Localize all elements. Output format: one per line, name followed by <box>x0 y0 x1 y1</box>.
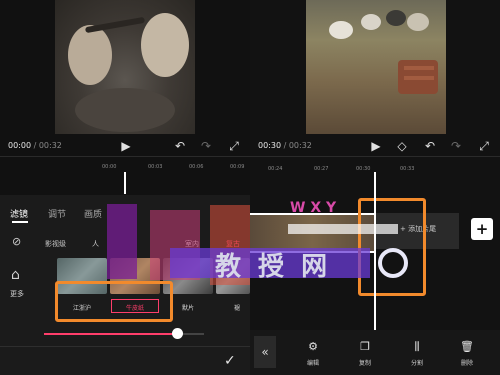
total-time: / 00:32 <box>31 141 62 150</box>
timeline-playhead[interactable] <box>374 172 376 330</box>
watermark-logo: 教 授 网 <box>215 252 332 282</box>
playback-time: 00:00 / 00:32 <box>8 141 62 150</box>
redo-icon[interactable]: ↷ <box>198 139 214 153</box>
copy-icon: ❐ <box>360 340 370 353</box>
tool-edit[interactable]: ⚙ 编辑 <box>293 340 333 367</box>
tool-split[interactable]: ⫼ 分割 <box>397 340 437 367</box>
divider <box>250 156 500 157</box>
playback-time: 00:30 / 00:32 <box>258 141 312 150</box>
highlight-box <box>358 198 426 296</box>
tab-quality[interactable]: 画质 <box>84 207 102 220</box>
ruler-tick: 00:06 <box>189 164 204 170</box>
tool-label: 编辑 <box>306 360 319 367</box>
ruler-tick: 00:27 <box>314 166 329 172</box>
category-portrait[interactable]: 人 <box>92 239 99 249</box>
watermark-logo: W X Y <box>290 200 337 216</box>
add-clip-plus-button[interactable]: + <box>471 218 493 240</box>
undo-icon[interactable]: ↶ <box>422 139 438 153</box>
filter-label: 褪 <box>233 305 240 312</box>
undo-icon[interactable]: ↶ <box>172 139 188 153</box>
store-icon[interactable]: ⌂ <box>11 267 20 283</box>
current-time: 00:30 <box>258 141 282 150</box>
video-preview-right[interactable] <box>306 0 446 134</box>
edit-sliders-icon: ⚙ <box>308 340 318 353</box>
tab-adjust[interactable]: 调节 <box>48 207 66 220</box>
no-filter-icon[interactable]: ⊘ <box>12 235 21 248</box>
watermark-block <box>107 204 137 279</box>
active-tab-indicator <box>12 221 28 223</box>
intensity-slider-fill <box>44 333 177 335</box>
collapse-left-icon[interactable]: « <box>254 336 276 368</box>
divider <box>0 346 250 347</box>
more-label[interactable]: 更多 <box>10 289 24 299</box>
highlight-box <box>55 281 173 322</box>
tool-label: 复制 <box>358 360 371 367</box>
fullscreen-icon[interactable]: ⤢ <box>476 139 492 153</box>
tool-delete[interactable]: 🗑 删除 <box>447 340 487 367</box>
left-editor-panel: 00:00 / 00:32 ▶ ↶ ↷ ⤢ 00:00 00:03 00:06 … <box>0 0 250 375</box>
play-icon[interactable]: ▶ <box>118 139 134 153</box>
confirm-check-icon[interactable]: ✓ <box>224 353 236 369</box>
ruler-tick: 00:00 <box>102 164 117 170</box>
tool-copy[interactable]: ❐ 复制 <box>345 340 385 367</box>
watermark-stripe <box>288 224 398 234</box>
tool-label: 分割 <box>410 360 423 367</box>
current-time: 00:00 <box>8 141 32 150</box>
keyframe-icon[interactable]: ◇ <box>394 139 410 153</box>
ruler-tick: 00:03 <box>148 164 163 170</box>
redo-icon[interactable]: ↷ <box>448 139 464 153</box>
total-time: / 00:32 <box>281 141 312 150</box>
video-frame-yard <box>329 10 438 94</box>
fullscreen-icon[interactable]: ⤢ <box>226 139 242 153</box>
split-icon: ⫼ <box>414 340 420 353</box>
tab-filter[interactable]: 滤镜 <box>10 207 28 220</box>
watermark-logo <box>378 248 408 278</box>
play-icon[interactable]: ▶ <box>368 139 384 153</box>
category-film[interactable]: 影视级 <box>45 239 66 249</box>
video-preview-left[interactable] <box>55 0 195 134</box>
divider <box>0 156 250 157</box>
ruler-tick: 00:33 <box>400 166 415 172</box>
ruler-tick: 00:30 <box>356 166 371 172</box>
intensity-slider-knob[interactable] <box>171 328 183 339</box>
tool-label: 删除 <box>460 360 473 367</box>
timeline-playhead[interactable] <box>124 172 126 194</box>
trash-icon: 🗑 <box>460 340 474 353</box>
ruler-tick: 00:24 <box>268 166 283 172</box>
right-editor-panel: 00:30 / 00:32 ▶ ◇ ↶ ↷ ⤢ 00:24 00:27 00:3… <box>250 0 500 375</box>
video-frame-hands <box>68 13 189 132</box>
ruler-tick: 00:09 <box>230 164 245 170</box>
